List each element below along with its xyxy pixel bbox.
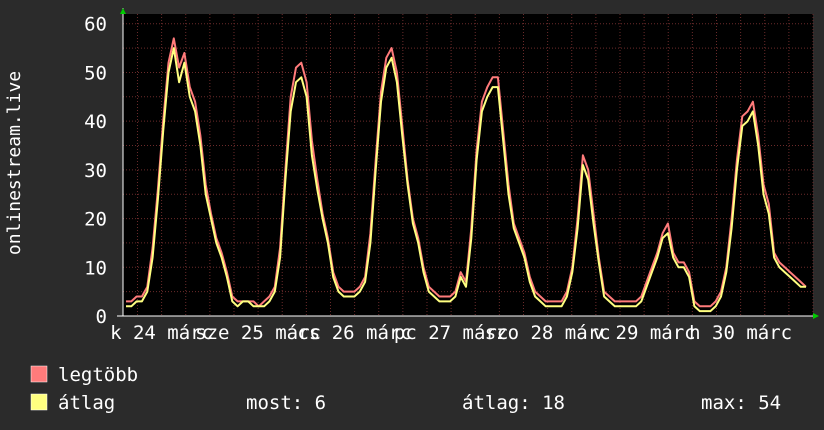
y-axis-ticks: 0 10 20 30 40 50 60 bbox=[84, 14, 107, 328]
y-tick-label: 10 bbox=[84, 257, 107, 279]
y-tick-label: 40 bbox=[84, 111, 107, 133]
y-axis-arrow-icon bbox=[120, 8, 126, 14]
x-tick-label: v 29 márc bbox=[593, 322, 696, 344]
legend-label-avg: átlag bbox=[58, 392, 115, 414]
y-tick-label: 0 bbox=[96, 306, 107, 328]
stat-avg: átlag: 18 bbox=[462, 392, 565, 414]
x-axis-ticks: k 24 márcsze 25 márccs 26 márcpc 27 márc… bbox=[110, 322, 792, 344]
y-tick-label: 60 bbox=[84, 14, 107, 36]
stat-max: max: 54 bbox=[701, 392, 781, 414]
y-tick-label: 50 bbox=[84, 62, 107, 84]
y-axis-label: onlinestream.live bbox=[4, 71, 25, 255]
chart: 0 10 20 30 40 50 60 k 24 márcsze 25 márccs 26 … bbox=[4, 8, 819, 414]
stat-now: most: 6 bbox=[246, 392, 326, 414]
legend-label-max: legtöbb bbox=[58, 364, 138, 386]
x-tick-label: h 30 márc bbox=[689, 322, 792, 344]
legend-swatch-max bbox=[30, 365, 48, 383]
y-tick-label: 20 bbox=[84, 209, 107, 231]
y-tick-label: 30 bbox=[84, 160, 107, 182]
x-axis-arrow-icon bbox=[813, 313, 819, 319]
legend-swatch-avg bbox=[30, 393, 48, 411]
